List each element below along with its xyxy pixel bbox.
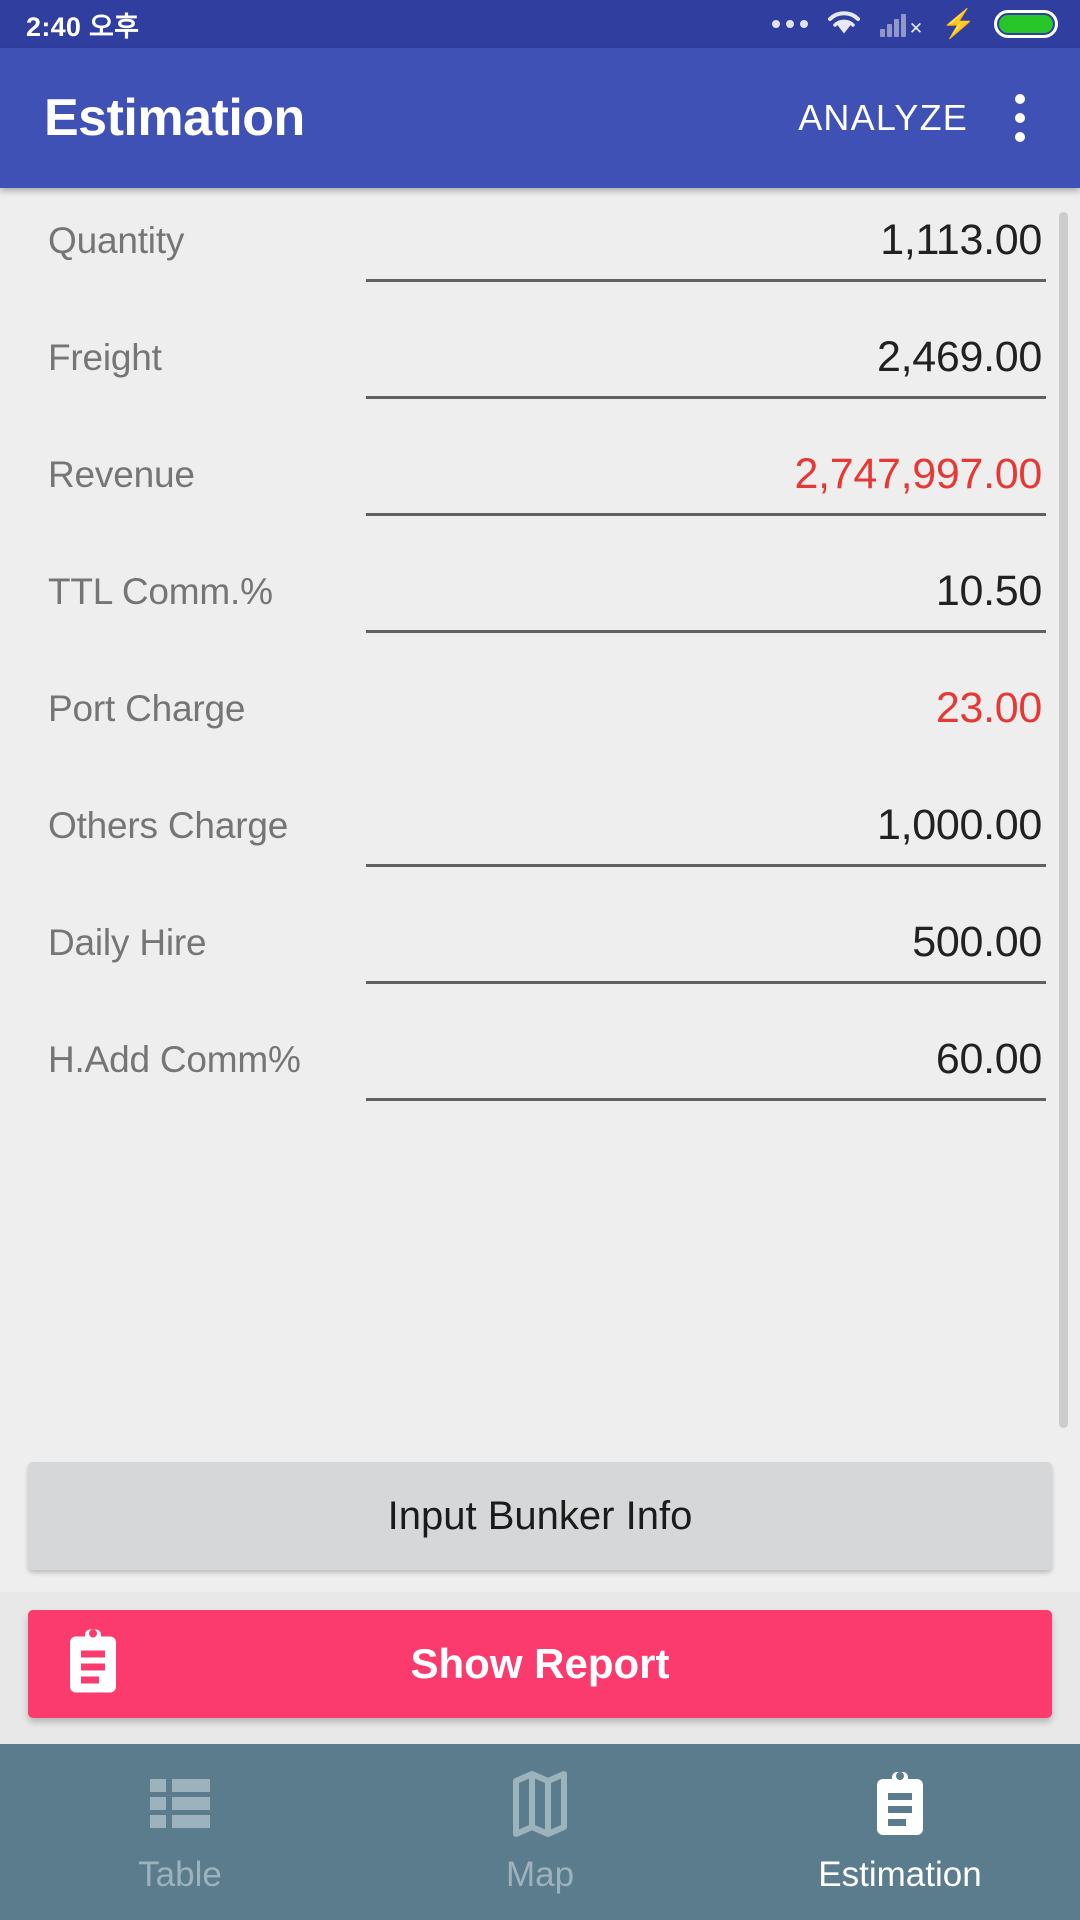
form-row-value[interactable]: 2,469.00 xyxy=(366,333,1046,396)
form-row-label: Others Charge xyxy=(48,805,289,846)
form-row: Quantity 1,113.00 xyxy=(48,188,1046,305)
form-row-underline xyxy=(366,864,1046,867)
form-row-underline xyxy=(366,513,1046,516)
form-row: H.Add Comm% 60.00 xyxy=(48,1007,1046,1124)
form-row-label: Revenue xyxy=(48,454,195,495)
battery-icon xyxy=(994,10,1058,38)
form-row-value[interactable]: 10.50 xyxy=(366,567,1046,630)
form-row-field[interactable]: 1,000.00 xyxy=(366,773,1046,867)
form-row-field[interactable]: 2,469.00 xyxy=(366,305,1046,399)
analyze-button[interactable]: ANALYZE xyxy=(776,85,990,151)
form-row: TTL Comm.% 10.50 xyxy=(48,539,1046,656)
form-row: Daily Hire 500.00 xyxy=(48,890,1046,1007)
form-row-value[interactable]: 23.00 xyxy=(366,684,1046,747)
form-row-field[interactable]: 2,747,997.00 xyxy=(366,422,1046,516)
form-row-field[interactable]: 500.00 xyxy=(366,890,1046,984)
form-row-label: H.Add Comm% xyxy=(48,1039,301,1080)
form-row-label: Freight xyxy=(48,337,162,378)
form-row-label: Daily Hire xyxy=(48,922,207,963)
form-row-underline xyxy=(366,1098,1046,1101)
form-row-underline xyxy=(366,981,1046,984)
estimation-form: Quantity 1,113.00 Freight 2,469.00 Revenue 2,… xyxy=(0,188,1080,1436)
clipboard-icon xyxy=(66,1629,120,1700)
form-row: Others Charge 1,000.00 xyxy=(48,773,1046,890)
form-row-field[interactable]: 10.50 xyxy=(366,539,1046,633)
form-row-list: Quantity 1,113.00 Freight 2,469.00 Revenue 2,… xyxy=(0,188,1080,1124)
charging-bolt-icon: ⚡ xyxy=(941,8,976,39)
form-row: Port Charge 23.00 xyxy=(48,656,1046,773)
form-row: Freight 2,469.00 xyxy=(48,305,1046,422)
form-row-value[interactable]: 60.00 xyxy=(366,1035,1046,1098)
form-row-field[interactable]: 60.00 xyxy=(366,1007,1046,1101)
page-title: Estimation xyxy=(44,89,305,147)
bunker-button-container: Input Bunker Info xyxy=(0,1436,1080,1592)
show-report-label: Show Report xyxy=(410,1640,670,1687)
report-button-container: Show Report xyxy=(0,1592,1080,1744)
nav-label-map: Map xyxy=(505,1855,575,1894)
nav-item-estimation[interactable]: Estimation xyxy=(720,1744,1080,1920)
app-screen: 2:40 오후 ✕ ⚡ Estimation ANALYZE Quantity 1… xyxy=(0,0,1080,1920)
nav-item-table[interactable]: Table xyxy=(0,1744,360,1920)
form-row: Revenue 2,747,997.00 xyxy=(48,422,1046,539)
vertical-scrollbar[interactable] xyxy=(1059,212,1068,1428)
overflow-menu-button[interactable] xyxy=(990,84,1050,152)
bottom-navigation: Table Map Estimation xyxy=(0,1744,1080,1920)
status-bar: 2:40 오후 ✕ ⚡ xyxy=(0,0,1080,48)
form-row-underline xyxy=(366,279,1046,282)
clipboard-icon xyxy=(872,1769,928,1839)
nav-label-table: Table xyxy=(138,1855,222,1894)
form-row-field[interactable]: 1,113.00 xyxy=(366,188,1046,282)
app-bar: Estimation ANALYZE xyxy=(0,48,1080,188)
show-report-button[interactable]: Show Report xyxy=(28,1610,1052,1718)
form-row-underline xyxy=(366,747,1046,750)
form-row-underline xyxy=(366,396,1046,399)
input-bunker-info-button[interactable]: Input Bunker Info xyxy=(28,1462,1052,1570)
form-row-value[interactable]: 1,000.00 xyxy=(366,801,1046,864)
more-dots-icon xyxy=(771,20,808,28)
form-row-value[interactable]: 2,747,997.00 xyxy=(366,450,1046,513)
status-clock: 2:40 오후 xyxy=(26,11,140,42)
form-row-label: Quantity xyxy=(48,220,185,261)
status-icon-group: ✕ ⚡ xyxy=(771,8,1058,41)
form-row-value[interactable]: 500.00 xyxy=(366,918,1046,981)
table-list-icon xyxy=(148,1769,212,1839)
wifi-icon xyxy=(826,8,862,41)
form-row-field[interactable]: 23.00 xyxy=(366,656,1046,750)
nav-label-estimation: Estimation xyxy=(818,1855,982,1894)
form-row-value[interactable]: 1,113.00 xyxy=(366,216,1046,279)
nav-item-map[interactable]: Map xyxy=(360,1744,720,1920)
form-row-label: TTL Comm.% xyxy=(48,571,273,612)
cellular-no-sim-icon: ✕ xyxy=(879,11,923,37)
form-row-underline xyxy=(366,630,1046,633)
map-icon xyxy=(512,1769,568,1839)
form-row-label: Port Charge xyxy=(48,688,246,729)
